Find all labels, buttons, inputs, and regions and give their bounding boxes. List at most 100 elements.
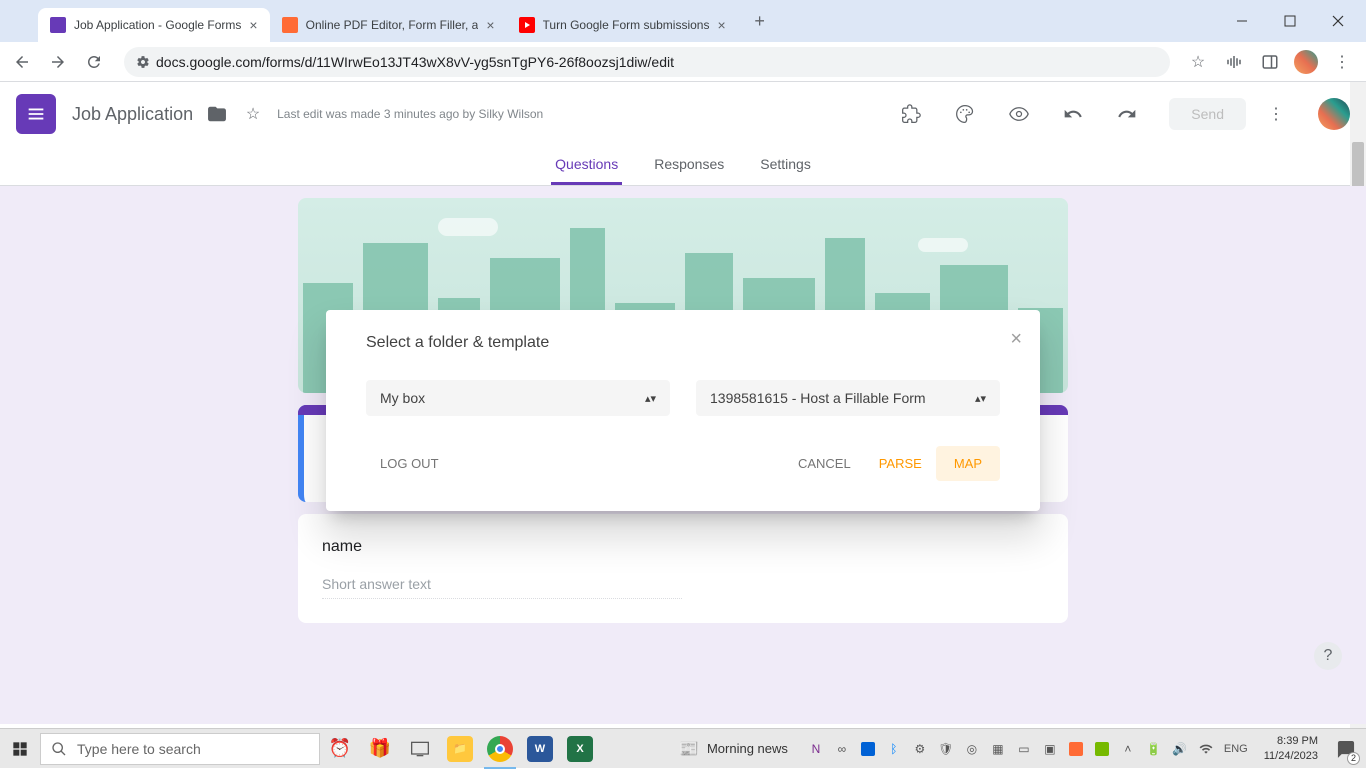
toolbar-actions: ☆ ⋮ (1186, 50, 1354, 74)
help-button[interactable]: ? (1314, 642, 1342, 670)
tab-search-icon[interactable] (8, 6, 38, 36)
language-indicator[interactable]: ENG (1224, 741, 1248, 757)
taskbar-app-icon[interactable]: 🎁 (360, 729, 400, 769)
maximize-button[interactable] (1278, 9, 1302, 33)
chrome-menu-icon[interactable]: ⋮ (1330, 50, 1354, 74)
profile-avatar[interactable] (1294, 50, 1318, 74)
tab-settings[interactable]: Settings (756, 146, 815, 185)
chrome-taskbar-icon[interactable] (480, 729, 520, 769)
tray-chevron-up-icon[interactable]: ˄ (1120, 741, 1136, 757)
folder-select[interactable]: My box ▴▾ (366, 380, 670, 416)
move-folder-icon[interactable] (205, 102, 229, 126)
chevron-updown-icon: ▴▾ (645, 392, 656, 405)
browser-tab[interactable]: Online PDF Editor, Form Filler, a × (270, 8, 507, 42)
tab-close-icon[interactable]: × (249, 17, 257, 33)
tab-title: Turn Google Form submissions (543, 18, 710, 32)
window-controls (1230, 9, 1358, 33)
logout-button[interactable]: LOG OUT (366, 448, 453, 479)
windows-taskbar: Type here to search ⏰ 🎁 📁 W X 📰 Morning … (0, 728, 1366, 768)
bluetooth-icon[interactable]: ᛒ (886, 741, 902, 757)
folder-select-value: My box (380, 390, 425, 406)
reload-button[interactable] (80, 48, 108, 76)
send-button[interactable]: Send (1169, 98, 1246, 130)
taskbar-app-icon[interactable]: ⏰ (320, 729, 360, 769)
edit-history-text[interactable]: Last edit was made 3 minutes ago by Silk… (277, 106, 543, 123)
task-view-button[interactable] (400, 729, 440, 769)
close-window-button[interactable] (1326, 9, 1350, 33)
url-text: docs.google.com/forms/d/11WIrwEo13JT43wX… (156, 54, 674, 70)
account-avatar[interactable] (1318, 98, 1350, 130)
tray-icon[interactable]: ◎ (964, 741, 980, 757)
clock[interactable]: 8:39 PM 11/24/2023 (1256, 734, 1326, 763)
bookmark-star-icon[interactable]: ☆ (1186, 50, 1210, 74)
chevron-updown-icon: ▴▾ (975, 392, 986, 405)
folder-template-modal: × Select a folder & template My box ▴▾ 1… (326, 310, 1040, 511)
back-button[interactable] (8, 48, 36, 76)
tray-icon[interactable]: ⚙ (912, 741, 928, 757)
word-taskbar-icon[interactable]: W (520, 729, 560, 769)
browser-tab-strip: Job Application - Google Forms × Online … (0, 0, 1366, 42)
tray-icon[interactable]: ▭ (1016, 741, 1032, 757)
wifi-icon[interactable] (1198, 741, 1214, 757)
file-explorer-icon[interactable]: 📁 (440, 729, 480, 769)
notification-badge: 2 (1347, 752, 1360, 765)
more-menu-icon[interactable]: ⋮ (1264, 102, 1288, 126)
news-label: Morning news (707, 741, 788, 756)
taskbar-search[interactable]: Type here to search (40, 733, 320, 765)
site-settings-icon[interactable] (136, 55, 150, 69)
system-tray: N ∞ ᛒ ⚙ 🛡 ◎ ▦ ▭ ▣ ˄ 🔋 🔊 ENG (800, 741, 1256, 757)
browser-tab[interactable]: Turn Google Form submissions × (507, 8, 738, 42)
news-widget[interactable]: 📰 Morning news (667, 739, 800, 759)
minimize-button[interactable] (1230, 9, 1254, 33)
time-text: 8:39 PM (1264, 734, 1318, 748)
tray-box-icon[interactable] (860, 741, 876, 757)
modal-title: Select a folder & template (366, 334, 1000, 352)
cancel-button[interactable]: CANCEL (784, 448, 865, 479)
media-control-icon[interactable] (1222, 50, 1246, 74)
search-placeholder: Type here to search (77, 741, 201, 757)
template-select[interactable]: 1398581615 - Host a Fillable Form ▴▾ (696, 380, 1000, 416)
notification-center-button[interactable]: 2 (1326, 729, 1366, 769)
redo-icon[interactable] (1115, 102, 1139, 126)
star-icon[interactable]: ☆ (241, 102, 265, 126)
tab-close-icon[interactable]: × (717, 17, 725, 33)
battery-icon[interactable]: 🔋 (1146, 741, 1162, 757)
browser-tab-active[interactable]: Job Application - Google Forms × (38, 8, 270, 42)
tray-icon[interactable]: ▣ (1042, 741, 1058, 757)
browser-toolbar: docs.google.com/forms/d/11WIrwEo13JT43wX… (0, 42, 1366, 82)
tab-title: Online PDF Editor, Form Filler, a (306, 18, 479, 32)
theme-icon[interactable] (953, 102, 977, 126)
answer-placeholder: Short answer text (322, 576, 682, 599)
question-card[interactable]: name Short answer text (298, 514, 1068, 623)
tray-icon[interactable]: ▦ (990, 741, 1006, 757)
security-icon[interactable]: 🛡 (938, 741, 954, 757)
excel-taskbar-icon[interactable]: X (560, 729, 600, 769)
date-text: 11/24/2023 (1264, 749, 1318, 763)
undo-icon[interactable] (1061, 102, 1085, 126)
tray-icon[interactable] (1068, 741, 1084, 757)
volume-icon[interactable]: 🔊 (1172, 741, 1188, 757)
tab-title: Job Application - Google Forms (74, 18, 241, 32)
map-button[interactable]: MAP (936, 446, 1000, 481)
preview-icon[interactable] (1007, 102, 1031, 126)
start-button[interactable] (0, 729, 40, 769)
tray-icon[interactable]: ∞ (834, 741, 850, 757)
side-panel-icon[interactable] (1258, 50, 1282, 74)
tab-responses[interactable]: Responses (650, 146, 728, 185)
favicon-youtube-icon (519, 17, 535, 33)
parse-button[interactable]: PARSE (865, 448, 936, 479)
tab-close-icon[interactable]: × (486, 17, 494, 33)
google-forms-logo[interactable] (16, 94, 56, 134)
tray-icon[interactable] (1094, 741, 1110, 757)
forward-button[interactable] (44, 48, 72, 76)
tab-questions[interactable]: Questions (551, 146, 622, 185)
question-title[interactable]: name (322, 538, 1044, 556)
address-bar[interactable]: docs.google.com/forms/d/11WIrwEo13JT43wX… (124, 47, 1170, 77)
favicon-pdf-icon (282, 17, 298, 33)
addons-icon[interactable] (899, 102, 923, 126)
form-title[interactable]: Job Application (72, 104, 193, 125)
new-tab-button[interactable]: + (746, 7, 774, 35)
template-select-value: 1398581615 - Host a Fillable Form (710, 390, 926, 406)
tray-icon[interactable]: N (808, 741, 824, 757)
modal-close-icon[interactable]: × (1010, 328, 1022, 351)
